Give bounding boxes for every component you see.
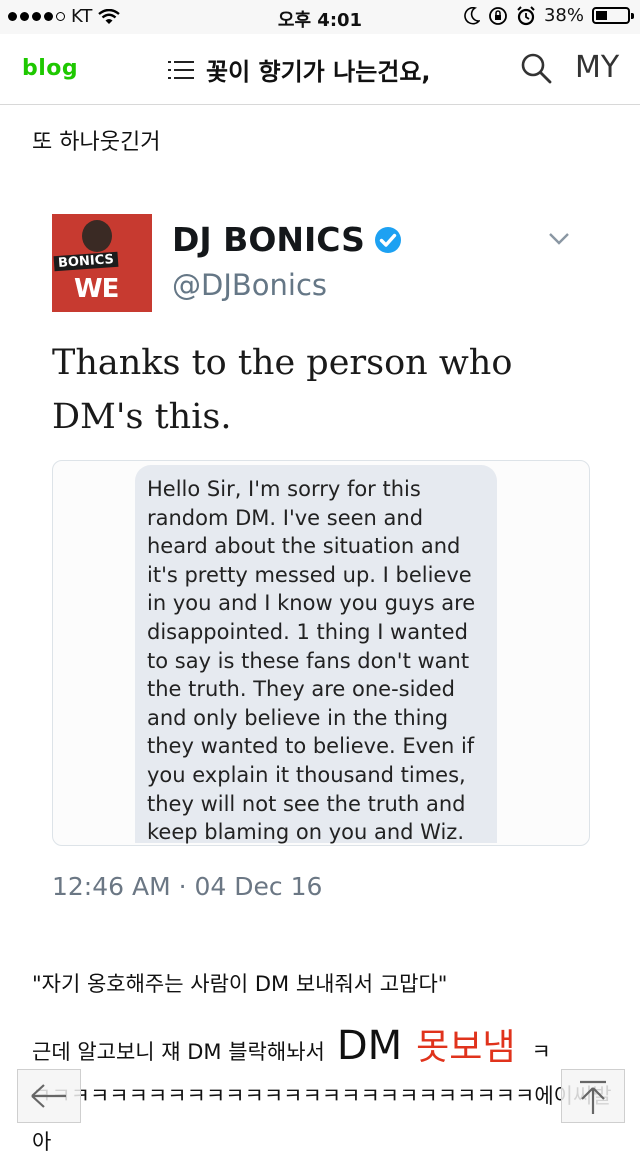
battery-percent: 38%: [543, 5, 584, 26]
verified-badge-icon: [374, 226, 401, 253]
carrier-label: KT: [71, 6, 93, 27]
tweet-timestamp: 12:46 AM · 04 Dec 16: [52, 872, 323, 901]
back-button[interactable]: [17, 1069, 81, 1123]
tweet-text-line: Thanks to the person who: [52, 343, 513, 383]
post-line: 근데 알고보니 쟤 DM 블락해놔서 DM 못보냄 ㅋ: [32, 1018, 551, 1070]
tweet-text: Thanks to the person who DM's this.: [52, 336, 572, 444]
dm-line: keep blaming on you and Wiz.: [147, 820, 465, 845]
avatar: BONICS WE: [52, 214, 152, 312]
post-quote-line: "자기 옹호해주는 사람이 DM 보내줘서 고맙다": [32, 972, 448, 996]
tweet-screenshot: BONICS WE DJ BONICS @DJBonics Thanks to …: [0, 150, 640, 930]
blog-title-button[interactable]: 꽃이 향기가 나는건요,: [168, 52, 431, 87]
menu-icon: [168, 59, 194, 81]
tweet-text-line: DM's this.: [52, 397, 232, 437]
post-line-suffix: ㅋ: [531, 1040, 551, 1064]
status-right: 38%: [464, 5, 634, 26]
tweet-media: Hello Sir, I'm sorry for this random DM.…: [52, 460, 590, 846]
blog-logo[interactable]: blog: [22, 56, 78, 81]
my-button[interactable]: MY: [575, 50, 619, 85]
post-final-line: 아: [32, 1130, 52, 1154]
orientation-lock-icon: [489, 6, 507, 25]
signal-icon: [8, 12, 65, 21]
chevron-down-icon: [549, 233, 569, 245]
status-bar: KT 오후 4:01 38%: [0, 0, 640, 34]
dm-line: and only believe in the thing: [147, 705, 449, 730]
battery-fill: [596, 11, 608, 20]
dm-line: to say is these fans don't want: [147, 648, 470, 673]
avatar-label: BONICS: [53, 251, 119, 272]
dm-line: random DM. I've seen and: [147, 505, 424, 530]
dm-line: they wanted to believe. Even if: [147, 734, 475, 759]
status-left: KT: [8, 6, 121, 27]
dm-line: disappointed. 1 thing I wanted: [147, 619, 468, 644]
post-large-text: DM: [336, 1023, 403, 1069]
blog-header: blog 꽃이 향기가 나는건요, MY: [0, 34, 640, 105]
post-laugh-line: ㅋㅋㅋㅋㅋㅋㅋㅋㅋㅋㅋㅋㅋㅋㅋㅋㅋㅋㅋㅋㅋㅋㅋㅋㅋㅋ에이씨발: [32, 1084, 612, 1108]
avatar-text: WE: [74, 274, 119, 304]
tweet-handle: @DJBonics: [172, 268, 328, 302]
arrow-up-icon: [580, 1080, 606, 1114]
dm-line: it's pretty messed up. I believe: [147, 562, 472, 587]
dm-line: they will not see the truth and: [147, 791, 466, 816]
blog-title: 꽃이 향기가 나는건요,: [206, 58, 431, 86]
dm-line: you explain it thousand times,: [147, 762, 466, 787]
scroll-top-button[interactable]: [561, 1069, 625, 1123]
tweet-user-name: DJ BONICS: [172, 220, 403, 259]
user-name-text: DJ BONICS: [172, 220, 365, 259]
dm-line: heard about the situation and: [147, 534, 461, 559]
search-icon[interactable]: [520, 52, 552, 84]
alarm-icon: [517, 5, 535, 25]
arrow-left-icon: [31, 1084, 66, 1108]
wifi-icon: [98, 8, 121, 24]
dm-line: the truth. They are one-sided: [147, 677, 456, 702]
dm-message-bubble: Hello Sir, I'm sorry for this random DM.…: [135, 465, 497, 845]
dm-line: in you and I know you guys are: [147, 591, 476, 616]
post-line-text: 근데 알고보니 쟤 DM 블락해놔서: [32, 1040, 325, 1064]
battery-icon: [592, 7, 634, 24]
dm-message-text: Hello Sir, I'm sorry for this random DM.…: [147, 475, 491, 845]
dm-line: Hello Sir, I'm sorry for this: [147, 477, 421, 501]
post-red-text: 못보냄: [416, 1027, 516, 1068]
moon-icon: [464, 6, 480, 25]
